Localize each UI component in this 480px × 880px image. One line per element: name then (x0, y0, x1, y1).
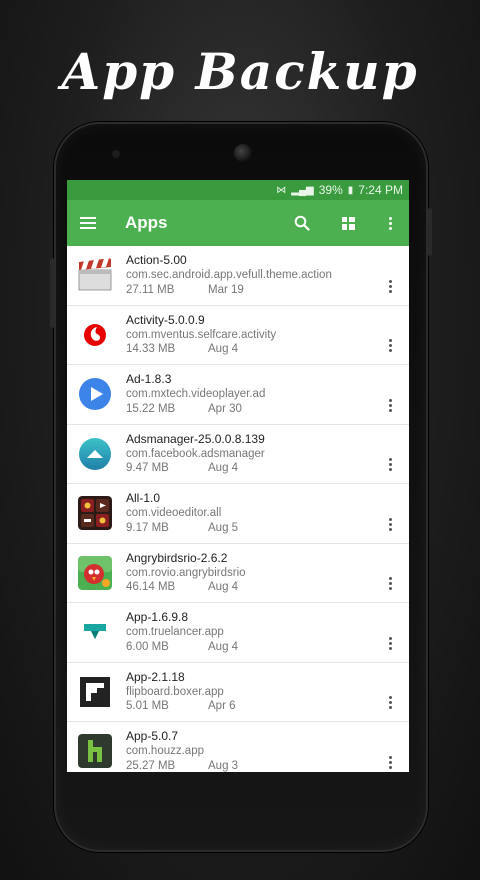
app-size: 9.17 MB (126, 521, 169, 534)
app-package: com.mventus.selfcare.activity (126, 328, 277, 341)
view-toggle-button[interactable] (325, 216, 371, 230)
banner-title: App Backup (61, 42, 419, 101)
app-date: Aug 3 (208, 759, 239, 772)
list-item[interactable]: Ad-1.8.3 com.mxtech.videoplayer.ad 15.22… (67, 365, 409, 425)
item-more-button[interactable] (371, 636, 409, 650)
app-date: Aug 4 (208, 462, 239, 475)
app-date: Aug 4 (208, 581, 239, 594)
overflow-menu-button[interactable] (371, 216, 409, 230)
adsmanager-icon (78, 437, 112, 471)
app-package: com.truelancer.app (126, 626, 224, 639)
more-vert-icon (388, 458, 392, 471)
app-list: Action-5.00 com.sec.android.app.vefull.t… (67, 246, 409, 772)
play-icon (78, 377, 112, 411)
app-name: All-1.0 (126, 491, 161, 506)
more-vert-icon (388, 517, 392, 531)
item-more-button[interactable] (371, 517, 409, 531)
app-size: 9.47 MB (126, 462, 169, 475)
app-name: Angrybirdsrio-2.6.2 (126, 550, 228, 565)
list-item[interactable]: Adsmanager-25.0.0.8.139 com.facebook.ads… (67, 425, 409, 484)
battery-icon: ▮ (347, 184, 354, 196)
signal-icon: ▂▄▆ (291, 184, 314, 196)
vodafone-icon (78, 318, 112, 352)
app-date: Apr 6 (208, 700, 236, 713)
app-date: Aug 4 (208, 343, 239, 356)
app-screen: ⋈ ▂▄▆ 39% ▮ 7:24 PM Apps Action-5.00 com… (67, 180, 409, 772)
app-package: flipboard.boxer.app (126, 685, 224, 698)
list-item[interactable]: App-2.1.18 flipboard.boxer.app 5.01 MB Ap… (67, 663, 409, 722)
search-button[interactable] (279, 215, 325, 231)
app-name: App-1.6.9.8 (126, 610, 189, 625)
app-package: com.mxtech.videoplayer.ad (126, 388, 266, 401)
clapperboard-icon (78, 258, 112, 292)
more-vert-icon (388, 339, 392, 352)
app-date: Aug 4 (208, 640, 239, 653)
front-camera (234, 144, 252, 162)
app-size: 6.00 MB (126, 640, 169, 653)
flipboard-icon (78, 675, 112, 709)
notification-icon: ⋈ (276, 184, 287, 196)
app-size: 14.33 MB (126, 343, 176, 356)
item-more-button[interactable] (371, 398, 409, 412)
list-item[interactable]: Angrybirdsrio-2.6.2 com.rovio.angrybirds… (67, 544, 409, 603)
hamburger-icon (80, 217, 96, 229)
app-date: Aug 5 (208, 521, 239, 534)
item-more-button[interactable] (371, 279, 409, 293)
battery-percent: 39% (318, 183, 343, 197)
status-bar: ⋈ ▂▄▆ 39% ▮ 7:24 PM (67, 180, 409, 200)
list-item[interactable]: Action-5.00 com.sec.android.app.vefull.t… (67, 246, 409, 306)
list-item[interactable]: App-5.0.7 com.houzz.app 25.27 MB Aug 3 (67, 722, 409, 772)
app-name: Action-5.00 (126, 253, 187, 268)
app-date: Apr 30 (208, 402, 242, 415)
app-name: App-2.1.18 (126, 669, 185, 684)
app-package: com.houzz.app (126, 745, 204, 758)
app-name: Activity-5.0.0.9 (126, 312, 205, 327)
more-vert-icon (388, 216, 392, 230)
list-item[interactable]: All-1.0 com.videoeditor.all 9.17 MB Aug 5 (67, 484, 409, 544)
app-package: com.sec.android.app.vefull.theme.action (126, 269, 332, 282)
app-name: Ad-1.8.3 (126, 372, 172, 387)
proximity-sensor (112, 150, 120, 158)
item-more-button[interactable] (371, 458, 409, 471)
item-more-button[interactable] (371, 577, 409, 590)
page-title: Apps (125, 213, 168, 232)
more-vert-icon (388, 755, 392, 769)
more-vert-icon (388, 577, 392, 590)
truelancer-icon (78, 615, 112, 650)
item-more-button[interactable] (371, 696, 409, 709)
app-package: com.facebook.adsmanager (126, 447, 265, 460)
list-item[interactable]: Activity-5.0.0.9 com.mventus.selfcare.ac… (67, 306, 409, 365)
item-more-button[interactable] (371, 339, 409, 352)
app-name: Adsmanager-25.0.0.8.139 (126, 431, 265, 446)
app-size: 25.27 MB (126, 759, 176, 772)
more-vert-icon (388, 398, 392, 412)
angry-birds-icon (78, 555, 112, 590)
volume-button (50, 258, 54, 328)
app-size: 5.01 MB (126, 700, 169, 713)
app-size: 27.11 MB (126, 283, 175, 296)
more-vert-icon (388, 636, 392, 650)
grid-view-icon (341, 216, 355, 230)
item-more-button[interactable] (371, 755, 409, 769)
more-vert-icon (388, 696, 392, 709)
list-item[interactable]: App-1.6.9.8 com.truelancer.app 6.00 MB Au… (67, 603, 409, 663)
app-name: App-5.0.7 (126, 729, 179, 744)
app-bar: Apps (67, 200, 409, 246)
app-size: 15.22 MB (126, 402, 176, 415)
app-package: com.rovio.angrybirdsrio (126, 566, 246, 579)
search-icon (294, 215, 310, 231)
menu-button[interactable] (67, 217, 105, 229)
app-size: 46.14 MB (126, 581, 176, 594)
app-date: Mar 19 (208, 283, 244, 296)
clock: 7:24 PM (358, 183, 403, 197)
houzz-icon (78, 734, 112, 769)
power-button (428, 208, 432, 256)
more-vert-icon (388, 279, 392, 293)
app-package: com.videoeditor.all (126, 507, 222, 520)
video-editor-icon (78, 496, 112, 531)
